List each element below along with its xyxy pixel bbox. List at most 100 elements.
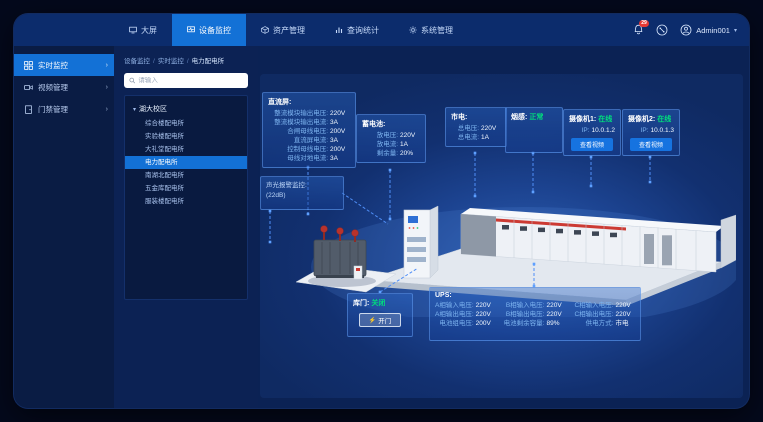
gear-icon: [409, 26, 417, 34]
tree-item-selected[interactable]: 电力配电所: [125, 156, 247, 169]
tab-system-management[interactable]: 系统管理: [394, 14, 468, 46]
field-value: 1A: [481, 133, 501, 142]
notification-bell-icon[interactable]: 29: [633, 24, 644, 36]
video-camera-icon: [24, 83, 33, 92]
tree-item[interactable]: 五金库配电所: [125, 182, 247, 195]
main-content: 直流屏: 整流模块输出电压:220V 整流模块输出电流:3A 合闸母线电压:20…: [260, 74, 743, 398]
tree-root-label: 湖大校区: [139, 104, 167, 114]
tab-label: 系统管理: [421, 25, 453, 36]
fullscreen-icon[interactable]: [656, 24, 668, 36]
field-value: 220V: [476, 301, 496, 310]
dc-screen-panel: 直流屏: 整流模块输出电压:220V 整流模块输出电流:3A 合闸母线电压:20…: [262, 92, 356, 168]
tree-item[interactable]: 南湖北配电所: [125, 169, 247, 182]
ip-value: 10.0.1.2: [592, 126, 616, 135]
field-label: 整流模块输出电流:: [268, 118, 328, 127]
camera1-panel: 摄像机1:在线 IP:10.0.1.2 查看视频: [563, 109, 621, 156]
sidebar-item-video-management[interactable]: 视频管理 ›: [14, 76, 114, 98]
field-value: 3A: [330, 154, 350, 163]
field-label: 电池组电压:: [435, 319, 474, 328]
breadcrumb-part[interactable]: 实时监控: [158, 58, 184, 65]
tab-asset-management[interactable]: 资产管理: [246, 14, 320, 46]
smoke-sensor-panel: 烟感:正常: [505, 107, 563, 153]
ups-grid: A相输入电压:220V B相输入电压:220V C相输入电压:220V A相输出…: [435, 301, 635, 328]
view-video-button[interactable]: 查看视频: [630, 138, 672, 151]
field-label: 母线对地电流:: [268, 154, 328, 163]
field-value: 市电: [615, 319, 635, 328]
ip-label: IP:: [628, 126, 649, 135]
camera2-panel: 摄像机2:在线 IP:10.0.1.3 查看视频: [622, 109, 680, 156]
alarm-value: (22dB): [266, 191, 338, 201]
tree-search: [124, 73, 248, 88]
field-value: 220V: [615, 301, 635, 310]
field-value: 220V: [400, 131, 420, 140]
tab-query-statistics[interactable]: 查询统计: [320, 14, 394, 46]
door-icon: [24, 105, 33, 114]
user-avatar-icon: [680, 24, 692, 36]
chevron-right-icon: ›: [106, 106, 108, 113]
statistics-icon: [335, 26, 343, 34]
view-video-button[interactable]: 查看视频: [571, 138, 613, 151]
field-value: 220V: [476, 310, 496, 319]
tree-root-node[interactable]: ▾ 湖大校区: [125, 102, 247, 117]
field-value: 3A: [330, 136, 350, 145]
tab-label: 大屏: [141, 25, 157, 36]
nav-tabs: 大屏 设备监控 资产管理 查询统计: [114, 14, 468, 46]
breadcrumb-current: 电力配电所: [192, 58, 225, 65]
panel-title: UPS:: [435, 292, 635, 299]
field-value: 220V: [546, 301, 566, 310]
breadcrumb-part[interactable]: 设备监控: [124, 58, 150, 65]
panel-title: 直流屏:: [268, 97, 350, 107]
tree-item[interactable]: 大礼堂配电所: [125, 143, 247, 156]
chevron-right-icon: ›: [106, 84, 108, 91]
field-value: 220V: [330, 109, 350, 118]
panel-title: 摄像机2:: [628, 116, 655, 123]
field-value: 220V: [481, 124, 501, 133]
sidebar-item-label: 视频管理: [38, 82, 68, 93]
tab-device-monitor[interactable]: 设备监控: [172, 14, 246, 46]
tab-label: 查询统计: [347, 25, 379, 36]
field-value: 220V: [615, 310, 635, 319]
realtime-monitor-icon: [24, 61, 33, 70]
search-icon: [129, 77, 135, 84]
device-monitor-icon: [187, 26, 195, 34]
field-label: 直流屏电流:: [268, 136, 328, 145]
sidebar-item-realtime-monitor[interactable]: 实时监控 ›: [14, 54, 114, 76]
panel-title: 蓄电池:: [362, 119, 420, 129]
tree-item[interactable]: 服装楼配电所: [125, 195, 247, 208]
field-value: 200V: [476, 319, 496, 328]
breadcrumb-separator: /: [187, 58, 189, 65]
field-value: 220V: [546, 310, 566, 319]
panel-title: 烟感:: [511, 114, 527, 121]
mains-power-panel: 市电: 总电压:220V 总电流:1A: [445, 107, 507, 147]
search-input[interactable]: [138, 77, 243, 84]
secondary-panel: 设备监控/实时监控/电力配电所 ▾ 湖大校区 综合楼配电所 实验楼配电所 大礼堂…: [114, 46, 258, 408]
tree-item[interactable]: 实验楼配电所: [125, 130, 247, 143]
field-value: 200V: [330, 127, 350, 136]
door-label: 库门:: [353, 300, 369, 307]
sidebar-item-label: 实时监控: [38, 60, 68, 71]
ups-panel: UPS: A相输入电压:220V B相输入电压:220V C相输入电压:220V…: [429, 287, 641, 341]
field-label: 放电流:: [362, 140, 398, 149]
field-label: 整流模块输出电压:: [268, 109, 328, 118]
breadcrumb: 设备监控/实时监控/电力配电所: [124, 55, 258, 65]
panel-title: 市电:: [451, 112, 501, 122]
navbar-right: 29 Admin001 ▾: [633, 14, 737, 46]
breadcrumb-separator: /: [153, 58, 155, 65]
camera1-status: 在线: [598, 116, 612, 123]
field-label: 剩余量:: [362, 149, 398, 158]
open-door-button[interactable]: ⚡开门: [359, 313, 401, 327]
tab-bigscreen[interactable]: 大屏: [114, 14, 172, 46]
camera2-status: 在线: [657, 116, 671, 123]
field-value: 3A: [330, 118, 350, 127]
sidebar-item-access-control[interactable]: 门禁管理 ›: [14, 98, 114, 120]
bigscreen-icon: [129, 26, 137, 34]
field-label: B相输入电压:: [504, 301, 545, 310]
user-menu[interactable]: Admin001 ▾: [680, 24, 737, 36]
door-control-panel: 库门:关闭 ⚡开门: [347, 293, 413, 337]
top-navbar: 大屏 设备监控 资产管理 查询统计: [14, 14, 749, 46]
field-label: A相输入电压:: [435, 301, 474, 310]
tree-item[interactable]: 综合楼配电所: [125, 117, 247, 130]
user-caret-icon: ▾: [734, 27, 737, 34]
tab-label: 设备监控: [199, 25, 231, 36]
ip-value: 10.0.1.3: [651, 126, 675, 135]
